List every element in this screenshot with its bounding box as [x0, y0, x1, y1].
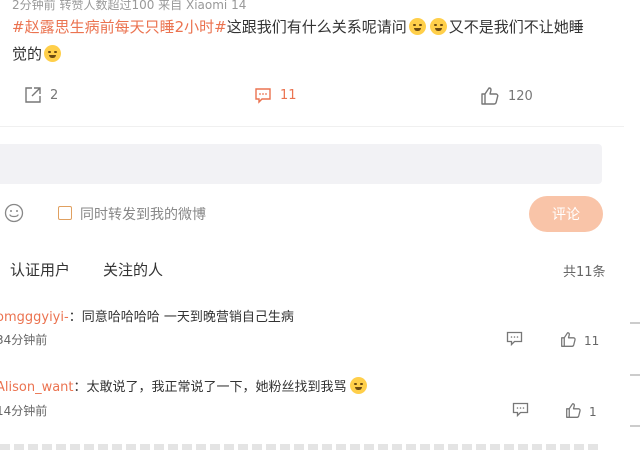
- laughing-emoji-icon: [349, 377, 367, 394]
- repost-checkbox[interactable]: [58, 206, 72, 220]
- comment-separator: ：: [73, 380, 87, 395]
- like-button[interactable]: 120: [480, 86, 533, 106]
- share-button[interactable]: 2: [24, 86, 58, 104]
- comment-time: 14分钟前: [0, 404, 48, 418]
- filter-following[interactable]: 关注的人: [103, 259, 163, 280]
- share-count: 2: [50, 87, 59, 103]
- comment-count: 11: [280, 87, 297, 103]
- comment-line: Alison_want：太敢说了，我正常说了一下，她粉丝找到我骂: [0, 376, 369, 395]
- thumbs-up-icon: [560, 331, 577, 351]
- repost-label[interactable]: 同时转发到我的微博: [80, 204, 206, 224]
- comment-like-count: 11: [584, 334, 600, 348]
- comment-icon: [512, 402, 529, 421]
- comment-like-count: 1: [589, 405, 597, 419]
- filter-verified-users[interactable]: 认证用户: [10, 259, 70, 280]
- sleepy-emoji-icon: [44, 45, 62, 62]
- comment-username[interactable]: Alison_want: [0, 380, 74, 395]
- comment-total: 共11条: [563, 265, 606, 280]
- comment-text: 同意哈哈哈哈 一天到晚营销自己生病: [81, 310, 294, 325]
- edge-marker: [630, 374, 640, 376]
- sleepy-emoji-icon: [429, 18, 447, 35]
- comment-text: 太敢说了，我正常说了一下，她粉丝找到我骂: [86, 380, 347, 395]
- thumbs-up-icon: [480, 86, 500, 106]
- thumbs-up-icon: [565, 402, 582, 422]
- edge-marker: [630, 322, 640, 324]
- divider: [0, 126, 640, 127]
- comment-input[interactable]: [0, 144, 602, 184]
- submit-comment-button[interactable]: 评论: [529, 196, 603, 232]
- comment-username[interactable]: omgggyiyi-: [0, 310, 69, 325]
- post-text-part-1: 这跟我们有什么关系呢请问: [226, 18, 407, 36]
- comment-icon: [254, 86, 272, 104]
- post-text: #赵露思生病前每天只睡2小时#这跟我们有什么关系呢请问 又不是我们不让她睡觉的: [12, 14, 602, 68]
- comment-like-button[interactable]: 11: [560, 331, 599, 351]
- comment-like-button[interactable]: 1: [565, 402, 597, 422]
- reply-button[interactable]: [512, 402, 529, 421]
- comment-icon: [506, 331, 523, 350]
- like-count: 120: [508, 88, 533, 104]
- sleepy-emoji-icon: [408, 18, 426, 35]
- edge-marker: [630, 425, 640, 427]
- share-icon: [24, 86, 42, 104]
- comment-time: 34分钟前: [0, 333, 48, 347]
- reply-button[interactable]: [506, 331, 523, 350]
- next-comment-partial: [0, 444, 600, 450]
- post-text-part-2: 又不是我们不让她睡: [448, 18, 584, 36]
- smiley-icon[interactable]: [4, 203, 24, 223]
- right-edge-panel: [624, 0, 640, 450]
- post-text-part-3: 觉的: [12, 45, 43, 63]
- post-meta: 2分钟前 转赞人数超过100 来自 Xiaomi 14: [12, 0, 247, 12]
- hashtag-link[interactable]: #赵露思生病前每天只睡2小时#: [12, 18, 227, 36]
- comment-separator: ：: [68, 310, 82, 325]
- comment-button[interactable]: 11: [254, 86, 297, 104]
- comment-line: omgggyiyi-：同意哈哈哈哈 一天到晚营销自己生病: [0, 306, 294, 325]
